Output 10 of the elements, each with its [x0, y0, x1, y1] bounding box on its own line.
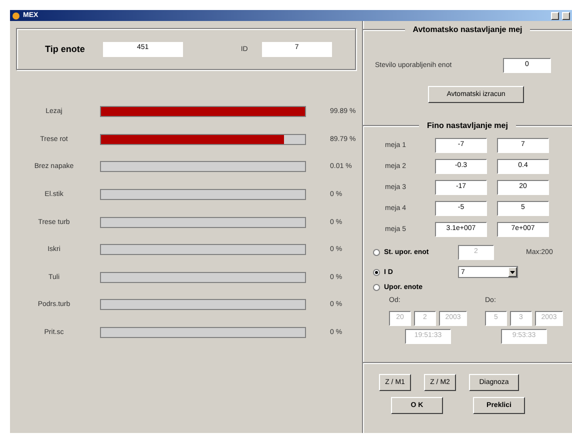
caret-icon: [510, 270, 515, 274]
type-label: Tip enote: [45, 44, 85, 54]
section-title: Fino nastavljanje mej: [427, 121, 508, 130]
minimize-button[interactable]: [551, 12, 559, 20]
radio-button[interactable]: [373, 284, 380, 291]
radio-button[interactable]: [373, 268, 380, 276]
maximize-button[interactable]: [562, 12, 570, 20]
app-icon: [12, 12, 20, 20]
section-title: Avtomatsko nastavljanje mej: [412, 25, 522, 34]
radio-button[interactable]: [373, 249, 380, 256]
